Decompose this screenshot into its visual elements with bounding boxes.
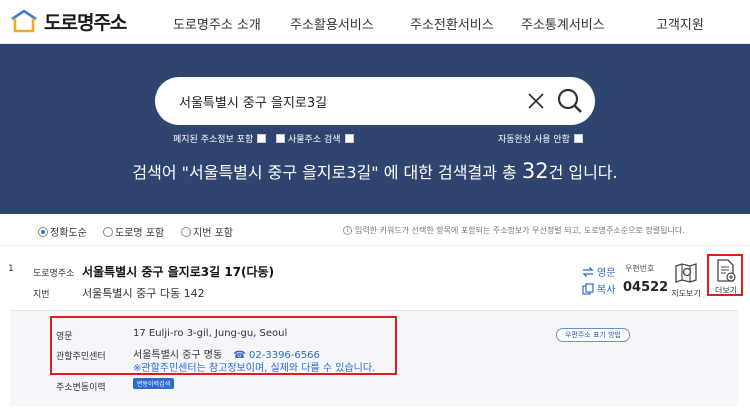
copy-button[interactable]: 복사 xyxy=(582,281,615,296)
radio-road-include[interactable]: 도로명 포함 xyxy=(103,224,164,239)
clear-icon[interactable] xyxy=(524,89,548,113)
search-hero: 서울특별시 중구 을지로3길 폐지된 주소정보 포함 사물주소 검색 자동완성 … xyxy=(0,44,750,214)
road-address-label: 도로명주소 xyxy=(33,269,75,279)
summary-middle: 에 대한 검색결과 총 xyxy=(378,163,522,182)
option-label: 사물주소 검색 xyxy=(288,135,341,145)
radio-jibun-include[interactable]: 지번 포함 xyxy=(181,224,233,239)
info-text: 입력한 키워드가 선택한 항목에 포함되는 주소정보가 우선정렬 되고, 도로명… xyxy=(355,226,685,235)
checkbox-autocomplete[interactable] xyxy=(573,134,583,143)
map-icon xyxy=(675,263,697,283)
address-history-label: 주소변동이력 xyxy=(56,383,106,393)
postal-format-button[interactable]: 우편주소 표기 방법 xyxy=(556,328,630,342)
zip-label: 우편번호 xyxy=(625,264,655,273)
option-label: 자동완성 사용 안함 xyxy=(498,135,570,145)
swap-icon xyxy=(582,266,594,277)
map-button[interactable]: 지도보기 xyxy=(668,259,704,299)
english-label: 영문 xyxy=(597,268,616,279)
radio-dot[interactable] xyxy=(103,226,113,237)
checkbox-abolished[interactable] xyxy=(257,134,267,143)
jibun-address: 서울특별시 중구 다동 142 xyxy=(82,287,205,300)
copy-label: 복사 xyxy=(597,285,616,296)
radio-accuracy[interactable]: 정확도순 xyxy=(38,224,87,239)
radio-dot[interactable] xyxy=(181,226,191,237)
nav-item-intro[interactable]: 도로명주소 소개 xyxy=(173,14,261,33)
zip-code: 04522 xyxy=(623,280,669,295)
site-logo[interactable]: 도로명주소 xyxy=(8,6,127,36)
site-header: 도로명주소 도로명주소 소개 주소활용서비스 주소전환서비스 주소통계서비스 고… xyxy=(0,0,750,44)
sort-info-note: i 입력한 키워드가 선택한 항목에 포함되는 주소정보가 우선정렬 되고, 도… xyxy=(343,225,685,236)
copy-icon xyxy=(582,282,594,295)
option-label: 폐지된 주소정보 포함 xyxy=(173,135,254,145)
info-icon: i xyxy=(343,226,352,235)
summary-suffix: 건 입니다. xyxy=(548,163,618,182)
search-box[interactable]: 서울특별시 중구 을지로3길 xyxy=(155,77,595,125)
option-autocomplete-off[interactable]: 자동완성 사용 안함 xyxy=(498,132,583,145)
jibun-label: 지번 xyxy=(33,290,50,300)
result-count: 32 xyxy=(521,159,549,183)
logo-text: 도로명주소 xyxy=(44,11,127,34)
search-icon[interactable] xyxy=(556,86,584,116)
nav-item-support[interactable]: 고객지원 xyxy=(656,14,704,33)
summary-query: "서울특별시 중구 을지로3길" xyxy=(181,163,379,182)
nav-item-convert[interactable]: 주소전환서비스 xyxy=(410,14,494,33)
option-include-abolished[interactable]: 폐지된 주소정보 포함 xyxy=(173,132,267,145)
sort-filter-bar: 정확도순 도로명 포함 지번 포함 i 입력한 키워드가 선택한 항목에 포함되… xyxy=(0,216,750,246)
result-number: 1 xyxy=(8,264,14,274)
result-summary: 검색어 "서울특별시 중구 을지로3길" 에 대한 검색결과 총 32건 입니다… xyxy=(0,159,750,183)
nav-item-usage[interactable]: 주소활용서비스 xyxy=(290,14,374,33)
search-input[interactable]: 서울특별시 중구 을지로3길 xyxy=(179,92,327,111)
nav-item-stats[interactable]: 주소통계서비스 xyxy=(521,14,605,33)
house-logo-icon xyxy=(11,9,37,33)
annotation-highlight-center xyxy=(50,316,397,375)
road-address: 서울특별시 중구 을지로3길 17(다동) xyxy=(82,265,275,279)
radio-label: 도로명 포함 xyxy=(115,228,165,239)
checkbox-object-address[interactable] xyxy=(344,134,354,143)
radio-dot[interactable] xyxy=(38,226,48,237)
radio-label: 정확도순 xyxy=(50,228,87,239)
english-button[interactable]: 영문 xyxy=(582,264,615,279)
checkbox-object[interactable] xyxy=(276,134,285,143)
option-object-address[interactable]: 사물주소 검색 xyxy=(276,132,354,145)
summary-prefix: 검색어 xyxy=(132,163,182,182)
radio-label: 지번 포함 xyxy=(193,228,233,239)
annotation-highlight-more xyxy=(707,254,743,296)
map-label: 지도보기 xyxy=(671,289,701,298)
history-search-button[interactable]: 변동이력검색 xyxy=(133,378,175,389)
